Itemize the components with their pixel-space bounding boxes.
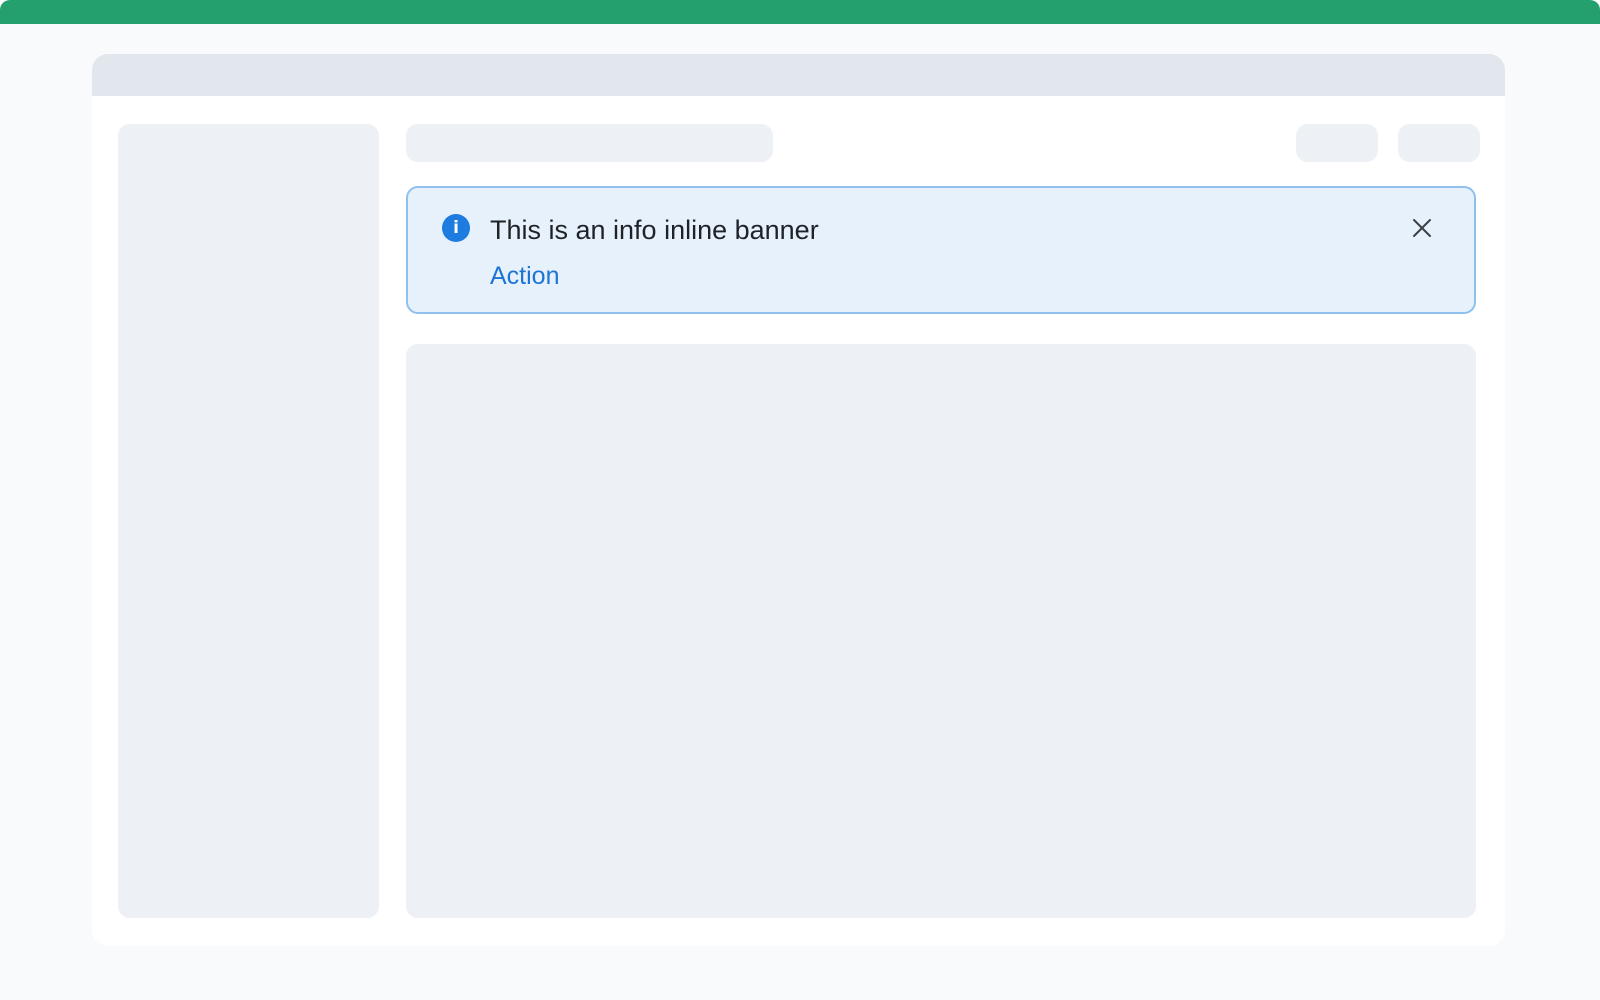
- main-content-placeholder: [406, 344, 1476, 918]
- sidebar-placeholder: [118, 124, 379, 918]
- header-button-placeholder-1[interactable]: [1296, 124, 1378, 162]
- app-window: i This is an info inline banner Action: [92, 54, 1505, 946]
- close-icon[interactable]: [1410, 216, 1434, 240]
- banner-action-link[interactable]: Action: [490, 260, 559, 292]
- top-accent-bar: [0, 0, 1600, 24]
- banner-message: This is an info inline banner: [490, 215, 819, 245]
- header-button-placeholder-2[interactable]: [1398, 124, 1480, 162]
- header-title-placeholder: [406, 124, 773, 162]
- window-titlebar: [92, 54, 1505, 96]
- info-inline-banner: i This is an info inline banner Action: [406, 186, 1476, 314]
- info-icon: i: [442, 214, 470, 242]
